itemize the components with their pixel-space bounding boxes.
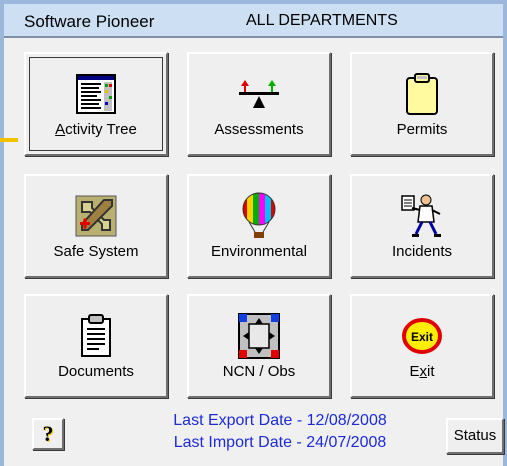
document-clipboard-icon <box>74 310 118 362</box>
environmental-button[interactable]: Environmental <box>187 174 331 278</box>
balance-scale-icon <box>237 68 281 120</box>
assessments-button[interactable]: Assessments <box>187 52 331 156</box>
svg-text:Exit: Exit <box>411 330 433 344</box>
hot-air-balloon-icon <box>237 190 281 242</box>
running-doctor-icon <box>400 190 444 242</box>
documents-label: Documents <box>58 363 134 380</box>
selection-indicator <box>0 138 18 142</box>
help-button[interactable]: ? <box>32 418 64 450</box>
incidents-button[interactable]: Incidents <box>350 174 494 278</box>
last-export-date: Last Export Date - 12/08/2008 <box>173 412 387 429</box>
tools-icon <box>74 190 118 242</box>
safe-system-button[interactable]: Safe System <box>24 174 168 278</box>
safe-system-label: Safe System <box>53 243 139 260</box>
ncn-grid-icon <box>237 310 281 362</box>
department-label: ALL DEPARTMENTS <box>246 12 398 29</box>
exit-label: Exit <box>409 363 435 380</box>
title-bar: Software Pioneer ALL DEPARTMENTS <box>4 4 503 38</box>
status-button[interactable]: Status <box>446 418 504 454</box>
ncn-obs-button[interactable]: NCN / Obs <box>187 294 331 398</box>
exit-icon: Exit <box>400 310 444 362</box>
activity-tree-button[interactable]: Activity Tree <box>24 52 168 156</box>
environmental-label: Environmental <box>211 243 307 260</box>
exit-button[interactable]: Exit Exit <box>350 294 494 398</box>
documents-button[interactable]: Documents <box>24 294 168 398</box>
ncn-obs-label: NCN / Obs <box>222 363 296 380</box>
question-mark-icon: ? <box>42 421 54 446</box>
clipboard-note-icon <box>400 68 444 120</box>
app-title: Software Pioneer <box>24 12 155 31</box>
last-import-date: Last Import Date - 24/07/2008 <box>173 434 387 451</box>
incidents-label: Incidents <box>391 243 453 260</box>
assessments-label: Assessments <box>214 121 304 138</box>
activity-tree-label: Activity Tree <box>55 121 137 138</box>
activity-tree-icon <box>74 68 118 120</box>
permits-label: Permits <box>396 121 448 138</box>
permits-button[interactable]: Permits <box>350 52 494 156</box>
